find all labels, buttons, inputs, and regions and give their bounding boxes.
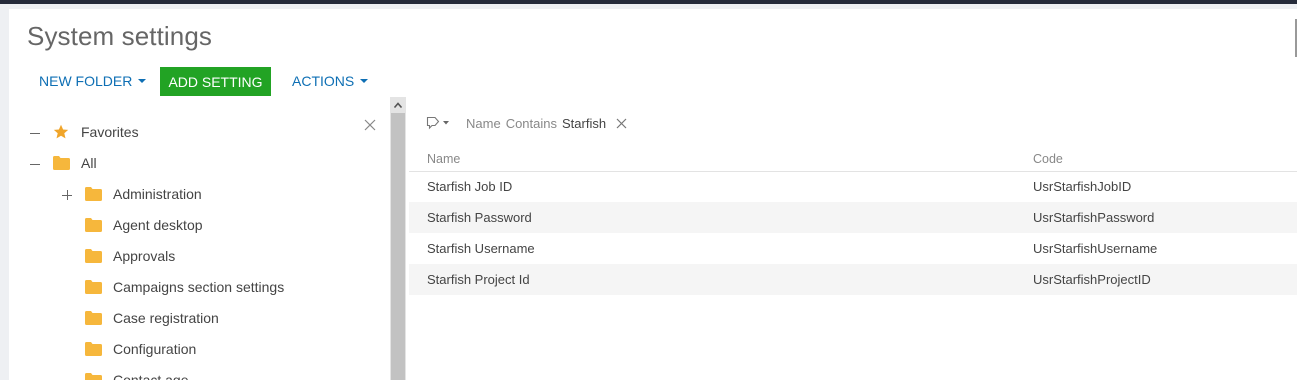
scroll-up-icon[interactable]	[394, 102, 402, 108]
folder-icon	[53, 156, 70, 170]
filter-field: Name	[466, 115, 501, 131]
add-setting-button[interactable]: ADD SETTING	[160, 67, 271, 96]
close-icon[interactable]	[364, 119, 376, 131]
filter-value[interactable]: Starfish	[562, 116, 606, 131]
actions-button[interactable]: ACTIONS	[292, 73, 369, 89]
cell-code: UsrStarfishUsername	[1033, 241, 1158, 256]
expand-icon[interactable]	[62, 190, 72, 200]
tree-item-agent-desktop[interactable]: Agent desktop	[113, 213, 203, 237]
folder-icon	[85, 218, 102, 232]
new-folder-button[interactable]: NEW FOLDER	[39, 73, 147, 89]
tree-item-administration[interactable]: Administration	[113, 182, 202, 206]
tree-item-label: Contact age	[113, 372, 189, 380]
tree-item-all[interactable]: All	[81, 151, 97, 175]
tree-item-label: Agent desktop	[113, 217, 203, 233]
folder-icon	[85, 342, 102, 356]
tree-item-configuration[interactable]: Configuration	[113, 337, 196, 361]
settings-page: System settings NEW FOLDER ADD SETTING A…	[9, 9, 1297, 380]
tree-item-label: Approvals	[113, 248, 176, 264]
tree-item-label: Configuration	[113, 341, 197, 357]
collapse-all-icon[interactable]	[30, 159, 40, 169]
remove-filter-icon[interactable]	[616, 118, 627, 129]
table-row[interactable]: Starfish Project Id UsrStarfishProjectID	[409, 264, 1297, 295]
cell-code: UsrStarfishProjectID	[1033, 272, 1151, 287]
top-bar	[0, 0, 1297, 4]
tree-item-label: Favorites	[81, 124, 139, 140]
column-header-code[interactable]: Code	[1033, 147, 1063, 171]
folder-icon	[85, 311, 102, 325]
cell-code: UsrStarfishPassword	[1033, 210, 1155, 225]
filter-tag-icon[interactable]	[426, 115, 450, 131]
star-icon	[53, 124, 69, 139]
new-folder-label: NEW FOLDER	[39, 73, 133, 89]
table-row[interactable]: Starfish Password UsrStarfishPassword	[409, 202, 1297, 233]
actions-label: ACTIONS	[292, 73, 355, 89]
tree-item-label: Case registration	[113, 310, 219, 326]
column-header-name[interactable]: Name	[427, 147, 460, 171]
tree-item-contact-age[interactable]: Contact age	[113, 368, 189, 380]
cell-name: Starfish Username	[427, 241, 535, 256]
tree-item-campaigns-section-settings[interactable]: Campaigns section settings	[113, 275, 284, 299]
cell-name: Starfish Password	[427, 210, 532, 225]
folder-icon	[85, 187, 102, 201]
scrollbar-thumb[interactable]	[391, 113, 405, 380]
table-row[interactable]: Starfish Username UsrStarfishUsername	[409, 233, 1297, 264]
add-setting-label: ADD SETTING	[168, 73, 263, 90]
tree-item-label: Administration	[113, 186, 202, 202]
folder-tree: Favorites All Administration Agent deskt…	[9, 113, 390, 380]
chevron-down-icon	[138, 79, 147, 83]
folder-icon	[85, 280, 102, 294]
cell-name: Starfish Job ID	[427, 179, 513, 194]
tree-item-label: All	[81, 155, 97, 171]
grid-header: Name Code	[409, 147, 1297, 172]
tree-item-favorites[interactable]: Favorites	[81, 120, 139, 144]
tree-item-case-registration[interactable]: Case registration	[113, 306, 219, 330]
tree-item-approvals[interactable]: Approvals	[113, 244, 175, 268]
page-title: System settings	[27, 21, 213, 51]
table-row[interactable]: Starfish Job ID UsrStarfishJobID	[409, 171, 1297, 202]
cell-name: Starfish Project Id	[427, 272, 530, 287]
tree-scrollbar[interactable]	[390, 97, 406, 380]
filter-bar: Name Contains Starfish	[426, 113, 627, 133]
folder-icon	[85, 373, 102, 380]
tree-item-label: Campaigns section settings	[113, 279, 285, 295]
collapse-favorites-icon[interactable]	[30, 128, 40, 138]
filter-operator: Contains	[505, 115, 557, 131]
chevron-down-icon	[360, 79, 369, 83]
folder-icon	[85, 249, 102, 263]
cell-code: UsrStarfishJobID	[1033, 179, 1132, 194]
